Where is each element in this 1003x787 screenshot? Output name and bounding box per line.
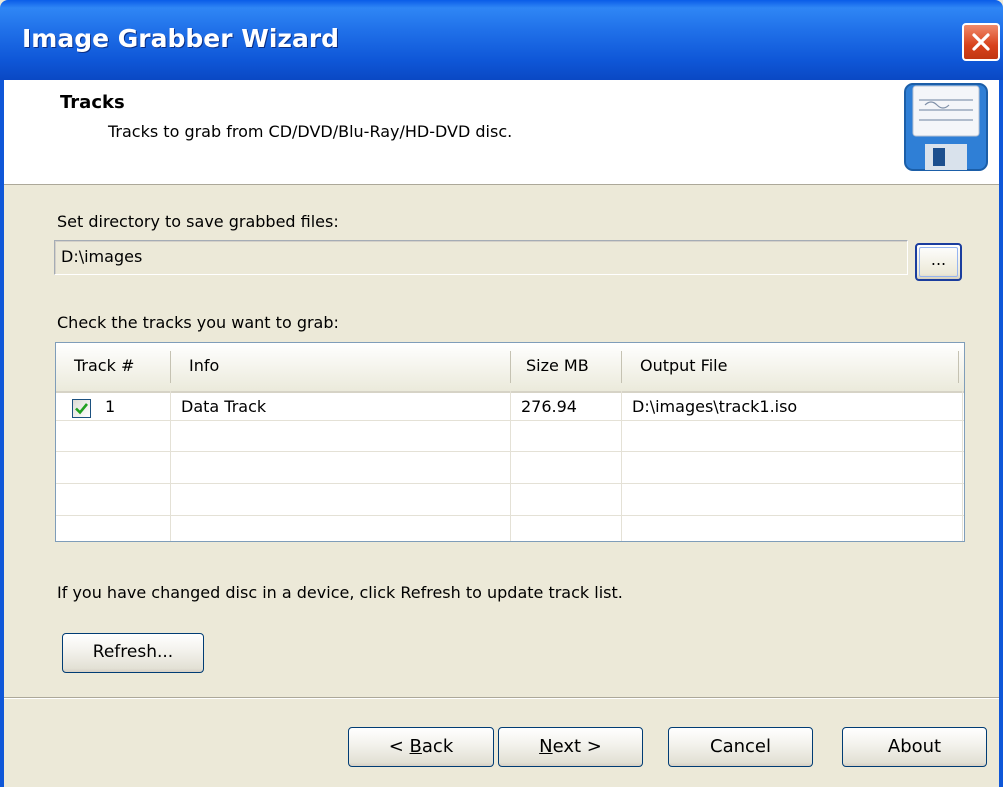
page-title: Tracks: [60, 92, 125, 113]
cell-output-file: D:\images\track1.iso: [632, 397, 798, 416]
column-header-info[interactable]: Info: [171, 343, 511, 391]
grid-line: [962, 391, 963, 541]
column-header-size[interactable]: Size MB: [511, 343, 621, 391]
refresh-button-label: Refresh...: [92, 642, 174, 662]
cell-track-number: 1: [105, 397, 116, 416]
about-button[interactable]: About: [842, 727, 987, 767]
refresh-hint: If you have changed disc in a device, cl…: [57, 583, 623, 602]
floppy-disk-icon: [904, 83, 988, 171]
grid-line: [170, 391, 171, 541]
grid-line: [510, 391, 511, 541]
window-border-left: [0, 80, 4, 787]
refresh-button[interactable]: Refresh...: [62, 633, 204, 673]
cell-size: 276.94: [521, 397, 577, 416]
tracks-table-header: Track # Info Size MB Output File: [56, 343, 964, 393]
browse-button[interactable]: ...: [915, 243, 962, 281]
tracks-table[interactable]: Track # Info Size MB Output File 1 Data …: [55, 342, 965, 542]
grid-line: [56, 483, 964, 484]
window-title: Image Grabber Wizard: [22, 24, 340, 53]
close-button[interactable]: [962, 23, 1000, 61]
wizard-header: Tracks Tracks to grab from CD/DVD/Blu-Ra…: [4, 80, 999, 185]
directory-label: Set directory to save grabbed files:: [57, 212, 339, 231]
cancel-button[interactable]: Cancel: [668, 727, 813, 767]
grid-line: [56, 420, 964, 421]
footer-separator: [4, 697, 999, 699]
title-bar[interactable]: Image Grabber Wizard: [0, 0, 1003, 80]
track-checkbox[interactable]: [72, 399, 91, 418]
directory-value: D:\images: [61, 247, 143, 266]
grid-line: [56, 451, 964, 452]
wizard-window: Image Grabber Wizard Tracks Tracks to gr…: [0, 0, 1003, 787]
window-border-right: [999, 80, 1003, 787]
column-header-output[interactable]: Output File: [622, 343, 962, 391]
tracks-label: Check the tracks you want to grab:: [57, 313, 339, 332]
column-divider[interactable]: [958, 351, 959, 383]
grid-line: [621, 391, 622, 541]
browse-button-label: ...: [930, 250, 947, 269]
directory-field[interactable]: D:\images: [54, 240, 908, 275]
page-subtitle: Tracks to grab from CD/DVD/Blu-Ray/HD-DV…: [108, 122, 513, 141]
cell-info: Data Track: [181, 397, 267, 416]
next-button[interactable]: Next >: [498, 727, 643, 767]
grid-line: [56, 515, 964, 516]
close-icon: [972, 33, 990, 51]
column-header-track[interactable]: Track #: [56, 343, 171, 391]
checkmark-icon: [75, 403, 89, 415]
back-button[interactable]: < Back: [348, 727, 494, 767]
